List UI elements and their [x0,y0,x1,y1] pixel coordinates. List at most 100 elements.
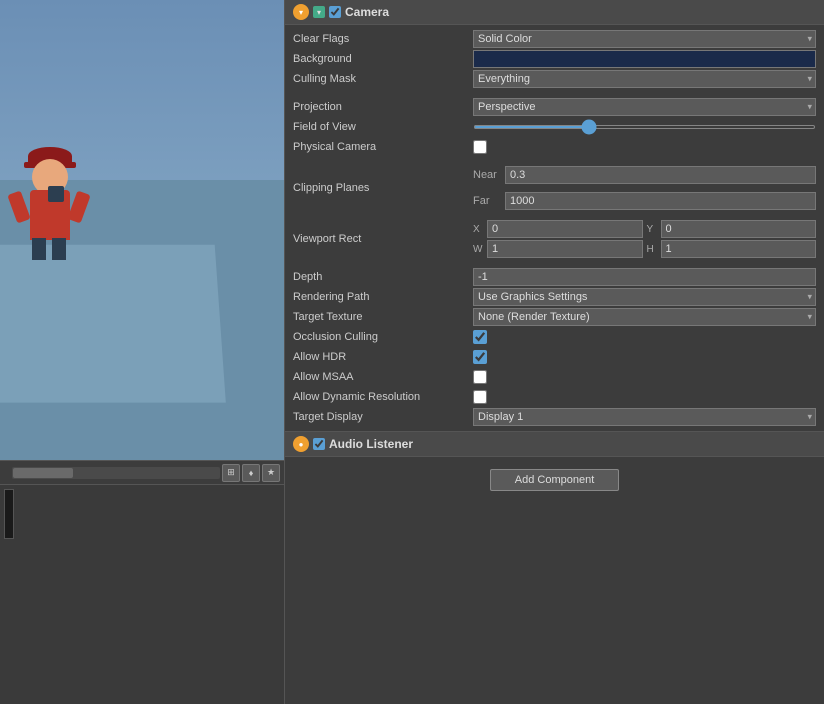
section-gap-3 [285,211,824,219]
scene-view [0,0,284,460]
background-value [473,50,816,68]
projection-dropdown[interactable]: Perspective Orthographic [473,98,816,116]
physical-camera-row: Physical Camera [285,137,824,157]
char-emblem [48,186,64,202]
background-row: Background [285,49,824,69]
character [20,150,80,260]
section-gap-1 [285,89,824,97]
star-icon[interactable]: ★ [262,464,280,482]
allow-hdr-label: Allow HDR [293,351,473,363]
projection-value: Perspective Orthographic [473,98,816,116]
fov-label: Field of View [293,121,473,133]
background-label: Background [293,53,473,65]
target-display-row: Target Display Display 1 Display 2 Displ… [285,407,824,427]
occlusion-culling-row: Occlusion Culling [285,327,824,347]
dark-block [4,489,14,539]
clear-flags-row: Clear Flags Solid Color Skybox Depth onl… [285,29,824,49]
near-input[interactable] [505,166,816,184]
section-gap-2 [285,157,824,165]
near-label: Near [473,169,501,181]
depth-value [473,268,816,286]
rendering-path-value: Use Graphics Settings Forward Deferred [473,288,816,306]
inspector-panel[interactable]: ▾ ▾ Camera Clear Flags Solid Color Skybo… [284,0,824,704]
char-leg-left [32,238,46,260]
projection-label: Projection [293,101,473,113]
w-input[interactable] [487,240,643,258]
x-input[interactable] [487,220,643,238]
allow-msaa-label: Allow MSAA [293,371,473,383]
scrollbar-thumb[interactable] [13,468,73,478]
xy-row-1: X Y [473,220,816,238]
allow-msaa-row: Allow MSAA [285,367,824,387]
target-display-dropdown-wrap[interactable]: Display 1 Display 2 Display 3 [473,408,816,426]
viewport-rect-value: X Y W H [473,220,816,258]
bookmark-icon[interactable]: ♦ [242,464,260,482]
clear-flags-label: Clear Flags [293,33,473,45]
near-far-row: Near Far [473,166,816,210]
audio-listener-header: ● Audio Listener [285,431,824,457]
camera-enabled-checkbox[interactable] [329,6,341,18]
target-texture-row: Target Texture None (Render Texture) [285,307,824,327]
depth-label: Depth [293,271,473,283]
h-input[interactable] [661,240,817,258]
viewport-rect-row: Viewport Rect X Y W H [285,219,824,259]
add-component-wrap: Add Component [285,457,824,503]
horizontal-scrollbar[interactable] [12,467,220,479]
allow-hdr-checkbox[interactable] [473,350,487,364]
audio-listener-title: Audio Listener [329,437,413,451]
y-input[interactable] [661,220,817,238]
target-texture-dropdown[interactable]: None (Render Texture) [473,308,816,326]
target-texture-label: Target Texture [293,311,473,323]
viewport-rows: X Y W H [473,220,816,258]
rendering-path-dropdown[interactable]: Use Graphics Settings Forward Deferred [473,288,816,306]
lower-left-panel [0,484,284,704]
camera-component-icon: ▾ [293,4,309,20]
culling-mask-dropdown-wrap[interactable]: Everything Nothing Default [473,70,816,88]
scene-platform [0,245,226,403]
allow-hdr-row: Allow HDR [285,347,824,367]
xy-row-2: W H [473,240,816,258]
background-color-swatch[interactable] [473,50,816,68]
x-label: X [473,224,483,235]
fov-value [473,125,816,129]
rendering-path-dropdown-wrap[interactable]: Use Graphics Settings Forward Deferred [473,288,816,306]
camera-title: Camera [345,5,389,19]
culling-mask-dropdown[interactable]: Everything Nothing Default [473,70,816,88]
allow-dynamic-resolution-checkbox[interactable] [473,390,487,404]
lower-left-content [4,489,280,539]
w-label: W [473,244,483,255]
allow-dynamic-resolution-label: Allow Dynamic Resolution [293,391,473,403]
clear-flags-dropdown-wrap[interactable]: Solid Color Skybox Depth only Don't Clea… [473,30,816,48]
rendering-path-row: Rendering Path Use Graphics Settings For… [285,287,824,307]
far-label: Far [473,195,501,207]
char-body [30,190,70,240]
clear-flags-value: Solid Color Skybox Depth only Don't Clea… [473,30,816,48]
camera-component-header: ▾ ▾ Camera [285,0,824,25]
clipping-planes-value: Near Far [473,166,816,210]
target-display-label: Target Display [293,411,473,423]
clear-flags-dropdown[interactable]: Solid Color Skybox Depth only Don't Clea… [473,30,816,48]
fov-row: Field of View [285,117,824,137]
target-display-value: Display 1 Display 2 Display 3 [473,408,816,426]
allow-hdr-value [473,350,816,364]
projection-dropdown-wrap[interactable]: Perspective Orthographic [473,98,816,116]
far-input[interactable] [505,192,816,210]
occlusion-culling-value [473,330,816,344]
add-component-button[interactable]: Add Component [490,469,620,491]
allow-msaa-value [473,370,816,384]
depth-input[interactable] [473,268,816,286]
fov-slider[interactable] [473,125,816,129]
near-line: Near [473,166,816,184]
section-gap-4 [285,259,824,267]
target-texture-dropdown-wrap[interactable]: None (Render Texture) [473,308,816,326]
physical-camera-label: Physical Camera [293,141,473,153]
main-layout: ⊞ ♦ ★ ▾ ▾ Camera Clear Flags [0,0,824,704]
allow-msaa-checkbox[interactable] [473,370,487,384]
target-display-dropdown[interactable]: Display 1 Display 2 Display 3 [473,408,816,426]
far-line: Far [473,192,816,210]
culling-mask-row: Culling Mask Everything Nothing Default [285,69,824,89]
occlusion-culling-checkbox[interactable] [473,330,487,344]
layout-icon[interactable]: ⊞ [222,464,240,482]
physical-camera-checkbox[interactable] [473,140,487,154]
audio-listener-checkbox[interactable] [313,438,325,450]
